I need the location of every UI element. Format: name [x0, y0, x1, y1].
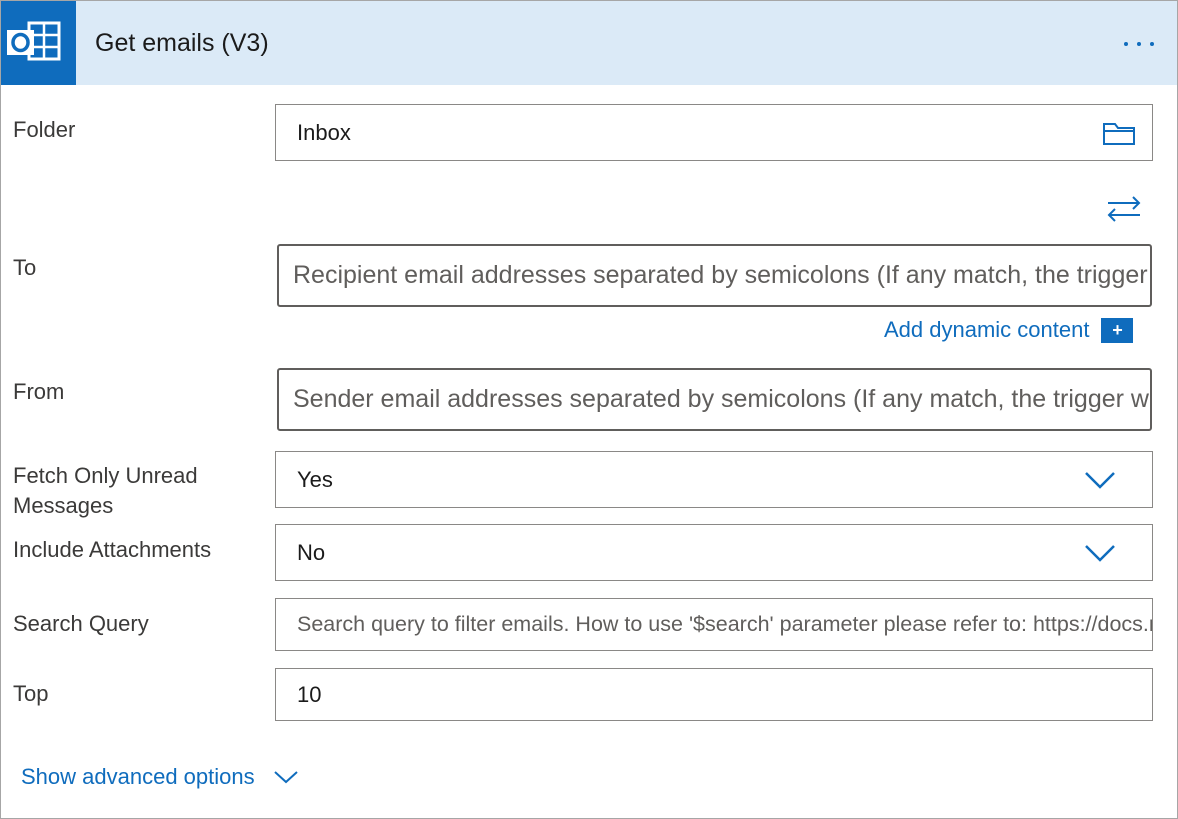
search-query-label: Search Query	[13, 611, 149, 636]
show-advanced-options-label: Show advanced options	[21, 764, 255, 789]
folder-value: Inbox	[297, 119, 351, 145]
plus-icon: +	[1101, 317, 1134, 343]
fetch-unread-label-line1: Fetch Only Unread	[13, 463, 198, 488]
include-attachments-select[interactable]: No	[275, 524, 1153, 581]
top-input[interactable]: 10	[275, 668, 1153, 721]
chevron-down-icon	[273, 771, 298, 784]
to-input[interactable]: Recipient email addresses separated by s…	[277, 244, 1152, 307]
fetch-unread-label-line2: Messages	[13, 493, 114, 518]
search-query-placeholder: Search query to filter emails. How to us…	[297, 612, 1152, 636]
more-options-icon[interactable]	[1111, 27, 1167, 61]
folder-field[interactable]: Inbox	[275, 104, 1153, 161]
fetch-unread-value: Yes	[297, 466, 333, 492]
top-label: Top	[13, 681, 49, 706]
to-label: To	[13, 255, 37, 280]
swap-arrows-icon[interactable]	[1106, 194, 1142, 224]
include-attachments-value: No	[297, 539, 326, 565]
fetch-unread-select[interactable]: Yes	[275, 451, 1153, 508]
top-value: 10	[297, 681, 322, 707]
folder-label: Folder	[13, 117, 76, 142]
action-card: Get emails (V3) Folder Inbox To Recipien…	[0, 0, 1178, 819]
from-input[interactable]: Sender email addresses separated by semi…	[277, 368, 1152, 431]
folder-icon[interactable]	[1102, 120, 1136, 146]
chevron-down-icon	[1085, 471, 1115, 489]
action-header[interactable]: Get emails (V3)	[1, 1, 1177, 85]
chevron-down-icon	[1085, 544, 1115, 562]
to-placeholder: Recipient email addresses separated by s…	[293, 261, 1150, 289]
include-attachments-label: Include Attachments	[13, 537, 212, 562]
add-dynamic-content-label: Add dynamic content	[884, 317, 1090, 342]
action-title: Get emails (V3)	[95, 29, 269, 57]
from-label: From	[13, 379, 65, 404]
add-dynamic-content-button[interactable]: Add dynamic content +	[884, 317, 1134, 343]
from-placeholder: Sender email addresses separated by semi…	[293, 385, 1150, 413]
outlook-icon	[1, 1, 76, 85]
search-query-input[interactable]: Search query to filter emails. How to us…	[275, 598, 1153, 651]
show-advanced-options-link[interactable]: Show advanced options	[21, 764, 299, 790]
fetch-unread-label: Fetch Only Unread Messages	[13, 461, 198, 521]
